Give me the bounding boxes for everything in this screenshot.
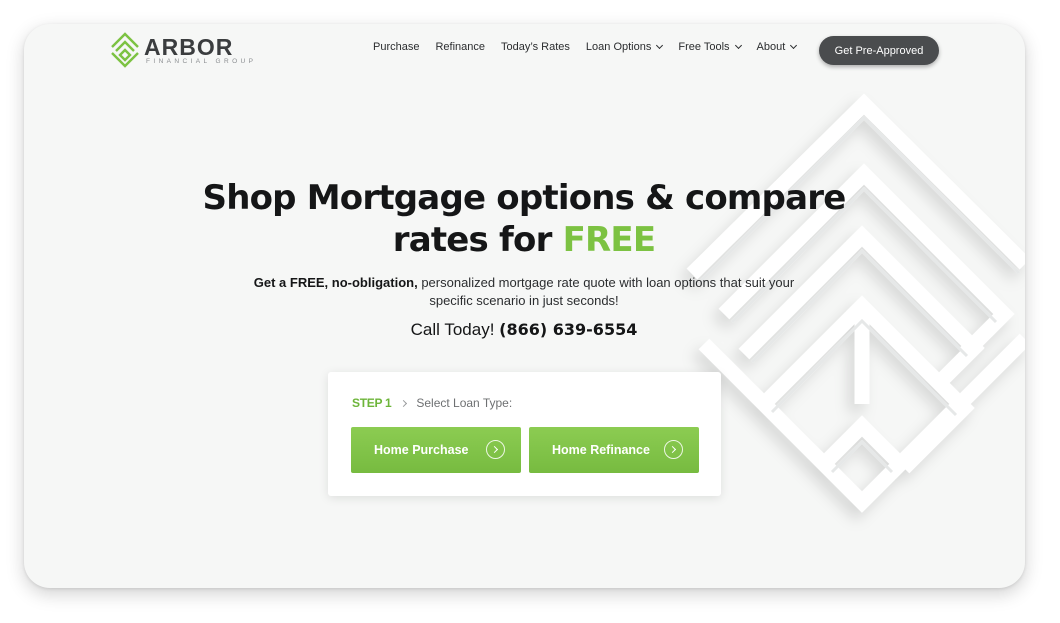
call-today-line: Call Today! (866) 639-6554 xyxy=(324,320,724,340)
nav-label: Free Tools xyxy=(678,41,730,53)
nav-label: Purchase xyxy=(373,41,420,53)
nav-item-refinance[interactable]: Refinance xyxy=(435,41,485,53)
brand-tagline: FINANCIAL GROUP xyxy=(146,58,257,65)
nav-item-free-tools[interactable]: Free Tools xyxy=(678,41,742,53)
loan-type-card: STEP 1 Select Loan Type: Home Purchase H… xyxy=(328,372,721,496)
chevron-right-circle-icon xyxy=(664,440,683,459)
get-pre-approved-button[interactable]: Get Pre-Approved xyxy=(819,36,939,65)
subtitle-line-2: specific scenario in just seconds! xyxy=(429,293,619,308)
option-label: Home Purchase xyxy=(374,443,469,457)
step-label: STEP 1 xyxy=(352,396,392,410)
brand-logo[interactable]: ARBOR FINANCIAL GROUP xyxy=(110,32,260,70)
chevron-right-circle-icon xyxy=(486,440,505,459)
step-title: Select Loan Type: xyxy=(416,396,513,410)
nav-label: About xyxy=(756,41,786,53)
option-label: Home Refinance xyxy=(552,443,650,457)
hero-headline: Shop Mortgage options & compare rates fo… xyxy=(164,177,884,261)
nav-item-loan-options[interactable]: Loan Options xyxy=(585,41,664,53)
home-refinance-button[interactable]: Home Refinance xyxy=(529,427,699,473)
chevron-right-icon xyxy=(400,399,408,407)
chevron-down-icon xyxy=(790,41,798,50)
headline-highlight: FREE xyxy=(562,220,656,260)
home-purchase-button[interactable]: Home Purchase xyxy=(351,427,521,473)
arbor-logo-icon xyxy=(111,32,139,68)
headline-line-1: Shop Mortgage options & compare xyxy=(202,178,847,218)
site-header: ARBOR FINANCIAL GROUP Purchase Refinance… xyxy=(24,24,1025,80)
step-indicator: STEP 1 Select Loan Type: xyxy=(352,396,512,410)
brand-name: ARBOR xyxy=(144,34,234,60)
phone-number-link[interactable]: (866) 639-6554 xyxy=(499,320,637,339)
nav-item-todays-rates[interactable]: Today’s Rates xyxy=(501,41,570,53)
page-frame: ARBOR FINANCIAL GROUP Purchase Refinance… xyxy=(24,24,1025,588)
nav-label: Loan Options xyxy=(585,41,652,53)
headline-line-2-prefix: rates for xyxy=(392,220,563,260)
main-nav: Purchase Refinance Today’s Rates Loan Op… xyxy=(373,41,812,53)
nav-item-about[interactable]: About xyxy=(756,41,798,53)
nav-label: Today’s Rates xyxy=(501,41,570,53)
hero-subtitle: Get a FREE, no-obligation, personalized … xyxy=(214,274,834,310)
chevron-down-icon xyxy=(734,41,742,50)
subtitle-bold: Get a FREE, no-obligation, xyxy=(253,275,418,290)
nav-item-purchase[interactable]: Purchase xyxy=(373,41,419,53)
nav-label: Refinance xyxy=(435,41,486,53)
call-prefix: Call Today! xyxy=(410,320,500,339)
subtitle-rest: personalized mortgage rate quote with lo… xyxy=(417,275,795,290)
chevron-down-icon xyxy=(656,41,664,50)
